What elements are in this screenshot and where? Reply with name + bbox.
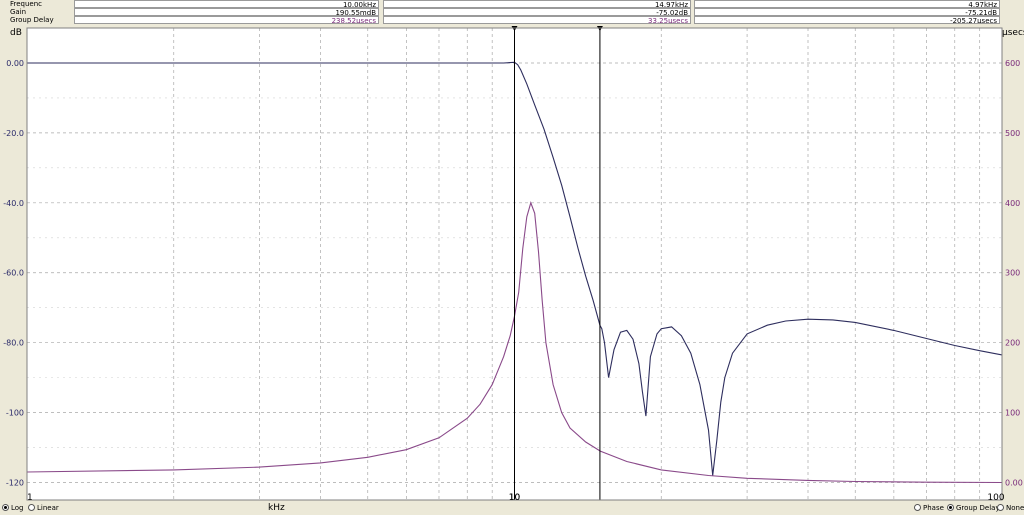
bottom-options-bar: Log Linear kHz Phase Group Delay None — [0, 502, 1024, 515]
linear-scale-radio[interactable]: Linear — [28, 502, 59, 515]
y-left-tick-label: -20.0 — [3, 129, 24, 138]
y-right-tick-label: 600 — [1005, 59, 1020, 68]
readout-value-cursor2: 14.97kHz — [383, 0, 691, 8]
readout-row-group-delay: Group Delay 238.52µsecs 33.25µsecs -205.… — [0, 16, 1024, 24]
y-left-tick-label: 0.00 — [6, 59, 24, 68]
y-left-tick-label: -40.0 — [3, 199, 24, 208]
readout-row-frequency: Frequenc 10.00kHz 14.97kHz 4.97kHz — [0, 0, 1024, 8]
radio-dot-icon — [914, 503, 921, 511]
radio-dot-icon — [2, 503, 9, 511]
phase-radio[interactable]: Phase — [914, 502, 944, 515]
readout-label: Gain — [10, 8, 27, 16]
x-tick-label: 10 — [509, 493, 521, 502]
y-left-tick-label: -80.0 — [3, 339, 24, 348]
readout-value-delta: -75.21dB — [694, 8, 1000, 16]
y-right-tick-label: 0.00 — [1005, 479, 1023, 488]
readout-value-delta: -205.27µsecs — [694, 16, 1000, 24]
y-left-tick-label: -100 — [6, 409, 24, 418]
log-scale-radio[interactable]: Log — [2, 502, 24, 515]
group-delay-radio[interactable]: Group Delay — [947, 502, 1000, 515]
readout-value-cursor1: 190.55mdB — [74, 8, 379, 16]
radio-dot-icon — [997, 503, 1004, 511]
x-tick-label: 1 — [27, 493, 33, 502]
y-right-tick-label: 400 — [1005, 199, 1020, 208]
readout-value-cursor1: 238.52µsecs — [74, 16, 379, 24]
readout-value-cursor1: 10.00kHz — [74, 0, 379, 8]
readout-value-delta: 4.97kHz — [694, 0, 1000, 8]
x-axis-title: kHz — [268, 503, 285, 513]
readout-value-cursor2: -75.02dB — [383, 8, 691, 16]
x-tick-label: 100 — [987, 493, 1004, 502]
readout-label: Group Delay — [10, 16, 54, 24]
readout-label: Frequenc — [10, 0, 43, 8]
radio-dot-icon — [947, 503, 954, 511]
y-right-tick-label: 500 — [1005, 129, 1020, 138]
cursor-readout-panel: Frequenc 10.00kHz 14.97kHz 4.97kHz Gain … — [0, 0, 1024, 26]
radio-dot-icon — [28, 503, 35, 511]
y-left-tick-label: -120 — [6, 479, 24, 488]
y-right-tick-label: 100 — [1005, 409, 1020, 418]
frequency-response-chart[interactable]: 0.00 -20.0 -40.0 -60.0 -80.0 -100 -120 600 500 40… — [0, 26, 1024, 502]
y-left-tick-label: -60.0 — [3, 269, 24, 278]
y-right-tick-label: 300 — [1005, 269, 1020, 278]
readout-row-gain: Gain 190.55mdB -75.02dB -75.21dB — [0, 8, 1024, 16]
y-right-axis-title: µsecs — [1002, 28, 1024, 38]
readout-value-cursor2: 33.25µsecs — [383, 16, 691, 24]
y-left-axis-title: dB — [10, 28, 22, 38]
none-radio[interactable]: None — [997, 502, 1024, 515]
y-right-tick-label: 200 — [1005, 339, 1020, 348]
